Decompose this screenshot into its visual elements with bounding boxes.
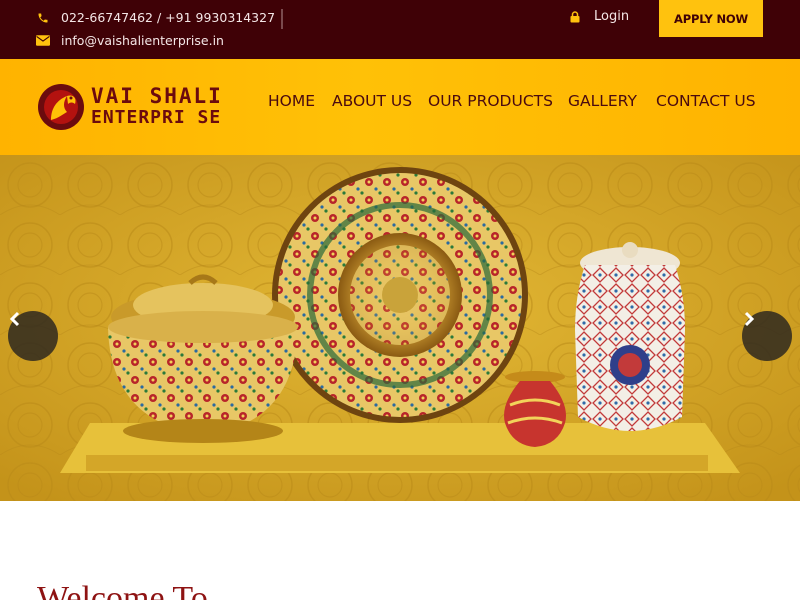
nav-about-us[interactable]: ABOUT US <box>332 92 412 110</box>
hero-slider <box>0 155 800 501</box>
login-label: Login <box>594 9 630 24</box>
nav-contact-us[interactable]: CONTACT US <box>656 92 756 110</box>
login-link[interactable]: Login <box>568 9 629 24</box>
contact-phone[interactable]: 022-66747462 / +91 9930314327 <box>36 10 275 25</box>
nav-our-products[interactable]: OUR PRODUCTS <box>428 92 553 110</box>
main-nav: HOME ABOUT US OUR PRODUCTS GALLERY CONTA… <box>0 92 800 112</box>
chevron-right-icon <box>744 311 755 327</box>
nav-home[interactable]: HOME <box>268 92 315 110</box>
slider-prev-button[interactable] <box>8 311 58 361</box>
email-text: info@vaishalienterprise.in <box>61 33 224 48</box>
lock-icon <box>568 10 582 24</box>
nav-gallery[interactable]: GALLERY <box>568 92 637 110</box>
hero-image <box>0 155 800 501</box>
welcome-heading: Welcome To <box>37 580 208 600</box>
apply-now-button[interactable]: APPLY NOW <box>659 0 763 37</box>
contact-email[interactable]: info@vaishalienterprise.in <box>36 33 224 48</box>
site-header: VAI SHALI ENTERPRI SE HOME ABOUT US OUR … <box>0 59 800 155</box>
topbar-divider <box>281 9 283 29</box>
phone-text: 022-66747462 / +91 9930314327 <box>61 10 276 25</box>
phone-icon <box>36 11 50 25</box>
envelope-icon <box>36 34 50 48</box>
top-bar: 022-66747462 / +91 9930314327 info@vaish… <box>0 0 800 59</box>
slider-next-button[interactable] <box>742 311 792 361</box>
chevron-left-icon <box>9 311 20 327</box>
